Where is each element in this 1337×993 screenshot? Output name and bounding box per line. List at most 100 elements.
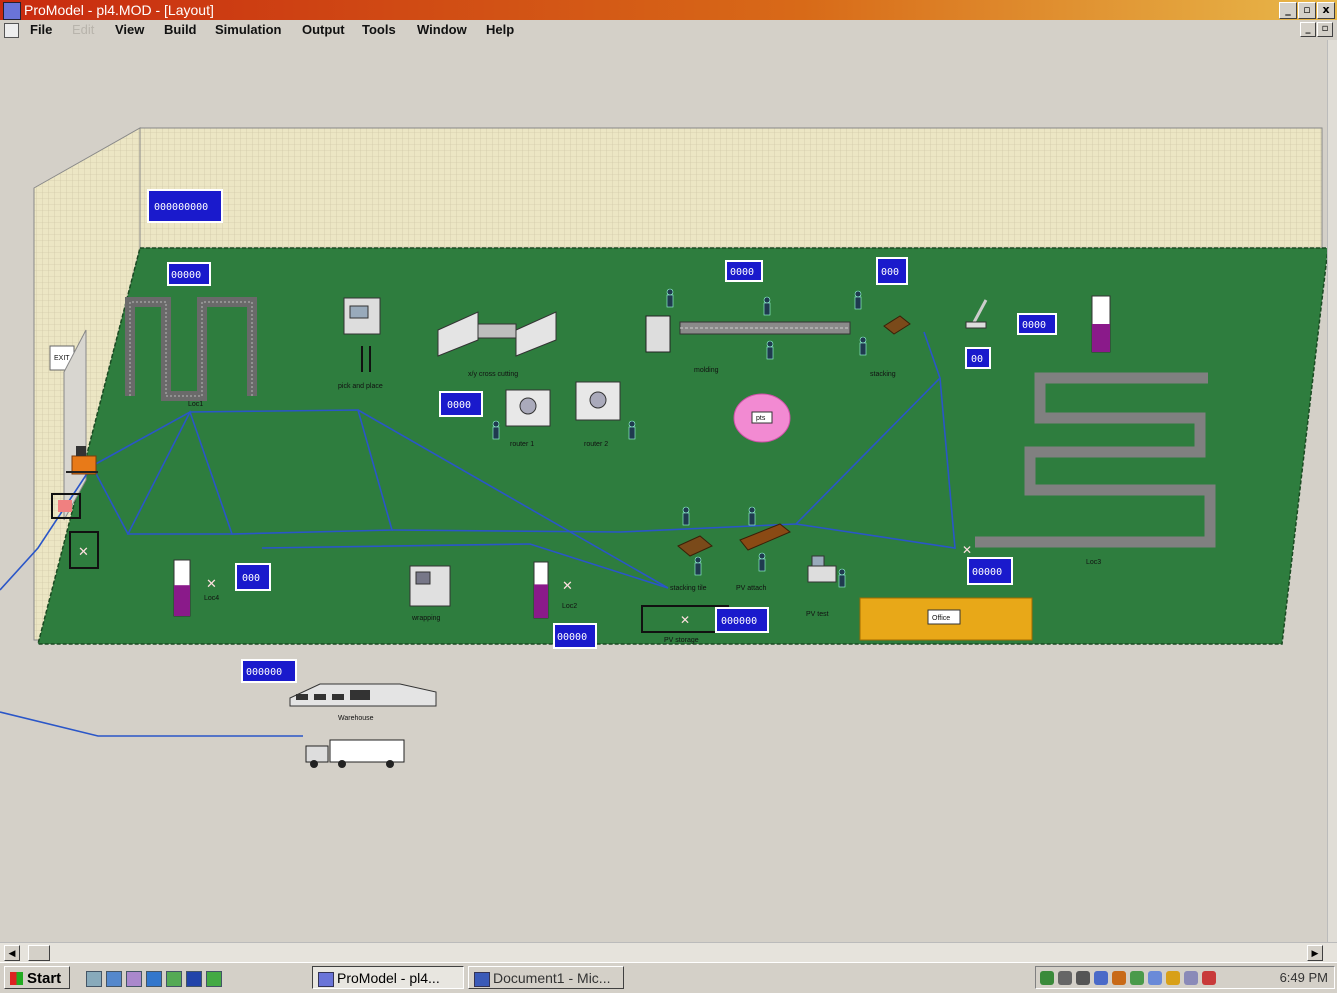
task-document1[interactable]: Document1 - Mic... [468,966,624,989]
wrapping-machine-icon[interactable] [409,565,451,607]
counter-mid1-value: 0000 [447,400,471,411]
wrapping-label: wrapping [411,615,441,622]
tray-icon-2[interactable] [1058,971,1072,985]
tray-icon-4[interactable] [1094,971,1108,985]
quicklaunch-ie-icon[interactable] [106,971,122,987]
task-promodel[interactable]: ProModel - pl4... [312,966,464,989]
tray-icon-10[interactable] [1202,971,1216,985]
promodel-app-icon[interactable] [3,2,21,20]
stacking-label: stacking [870,371,896,378]
gauge-loc2 [533,561,549,619]
menu-bar: File Edit View Build Simulation Output T… [0,20,1337,40]
promodel-task-icon [318,972,334,987]
system-tray: 6:49 PM [1035,966,1335,989]
scroll-right-arrow-icon[interactable]: ▶ [1307,945,1323,961]
layout-canvas[interactable]: EXIT Loc1 Loc3 ✕ pick and place x/y cros… [0,40,1328,942]
counter-loc2-bottom-value: 00000 [557,632,587,643]
counter-warehouse-value: 000000 [246,667,282,678]
gauge-loc4 [173,559,191,617]
tray-icon-8[interactable] [1166,971,1180,985]
window-title: ProModel - pl4.MOD - [Layout] [24,2,214,18]
counter-right2-value: 00 [971,354,983,365]
loc2-label: Loc2 [562,603,577,610]
tray-icon-9[interactable] [1184,971,1198,985]
task-promodel-label: ProModel - pl4... [337,970,440,986]
word-task-icon [474,972,490,987]
clock[interactable]: 6:49 PM [1280,967,1328,988]
exit-label: EXIT [54,355,70,362]
back-wall [139,127,1323,249]
router-1-machine-icon[interactable] [505,389,551,427]
start-label: Start [27,970,62,987]
menu-file[interactable]: File [30,20,52,40]
router-2-machine-icon[interactable] [575,381,621,421]
tray-icon-1[interactable] [1040,971,1054,985]
pv-attach-label: PV attach [736,585,766,592]
restore-button[interactable]: ▫ [1298,2,1316,19]
menu-output[interactable]: Output [302,20,345,40]
menu-window[interactable]: Window [417,20,467,40]
menu-tools[interactable]: Tools [362,20,396,40]
router-2-label: router 2 [584,441,608,448]
start-button[interactable]: Start [4,966,70,989]
volume-icon[interactable] [1076,971,1090,985]
counter-mid1: 0000 [439,391,483,417]
counter-loc2-bottom: 00000 [553,623,597,649]
quicklaunch-app-icon[interactable] [206,971,222,987]
counter-top-right-value: 000 [881,267,899,278]
menu-build[interactable]: Build [164,20,197,40]
menu-edit[interactable]: Edit [72,20,94,40]
cross-cutting-label: x/y cross cutting [468,371,518,378]
molding-label: molding [694,367,719,374]
tray-icon-5[interactable] [1112,971,1126,985]
minimize-button[interactable]: _ [1279,2,1297,19]
vertical-scrollbar[interactable] [1327,40,1337,942]
tray-icon-6[interactable] [1130,971,1144,985]
doc-restore-button[interactable]: ▫ [1317,22,1333,37]
menu-view[interactable]: View [115,20,144,40]
loc2-marker-icon: ✕ [562,579,573,594]
quicklaunch-outlook-icon[interactable] [126,971,142,987]
document-system-menu-icon[interactable] [4,23,19,38]
loc3-label: Loc3 [1086,559,1101,566]
counter-loc3: 00000 [967,557,1013,585]
loc4-marker-icon: ✕ [206,577,217,592]
title-bar: ProModel - pl4.MOD - [Layout] _ ▫ x [0,0,1337,20]
horizontal-scroll-thumb[interactable] [28,945,50,961]
quicklaunch-channels-icon[interactable] [146,971,162,987]
quicklaunch-word-icon[interactable] [186,971,202,987]
gauge-loc2-fill [534,584,548,618]
router-1-label: router 1 [510,441,534,448]
menu-help[interactable]: Help [486,20,514,40]
document-window-controls: _ ▫ [1300,22,1333,37]
counter-loc1-value: 00000 [171,270,201,281]
counter-loc4-value: 000 [242,573,260,584]
close-button[interactable]: x [1317,2,1335,19]
quicklaunch-excel-icon[interactable] [166,971,182,987]
quicklaunch-desktop-icon[interactable] [86,971,102,987]
counter-loc4: 000 [235,563,271,591]
counter-loc3-value: 00000 [972,567,1002,578]
gauge-right [1091,295,1111,353]
doc-minimize-button[interactable]: _ [1300,22,1316,37]
exit-location-marker-icon: ✕ [78,545,89,560]
scroll-left-arrow-icon[interactable]: ◀ [4,945,20,961]
counter-top-conveyor-value: 0000 [730,267,754,278]
horizontal-scrollbar[interactable]: ◀ ▶ [0,942,1337,963]
office-label: Office [932,615,950,622]
tray-icon-7[interactable] [1148,971,1162,985]
counter-right1: 0000 [1017,313,1057,335]
pink-station-label: pts [756,415,766,422]
counter-top-conveyor: 0000 [725,260,763,282]
loc3-marker-icon: ✕ [962,543,972,557]
menu-simulation[interactable]: Simulation [215,20,281,40]
task-document1-label: Document1 - Mic... [493,970,611,986]
warehouse-building-icon[interactable] [289,683,437,707]
truck-icon[interactable] [305,739,405,768]
counter-warehouse: 000000 [241,659,297,683]
layout-drawing: EXIT Loc1 Loc3 ✕ pick and place x/y cros… [0,127,1328,768]
counter-big-value: 000000000 [154,202,208,213]
gauge-right-fill [1092,324,1110,352]
pick-and-place-label: pick and place [338,383,383,390]
warehouse-label: Warehouse [338,715,374,722]
